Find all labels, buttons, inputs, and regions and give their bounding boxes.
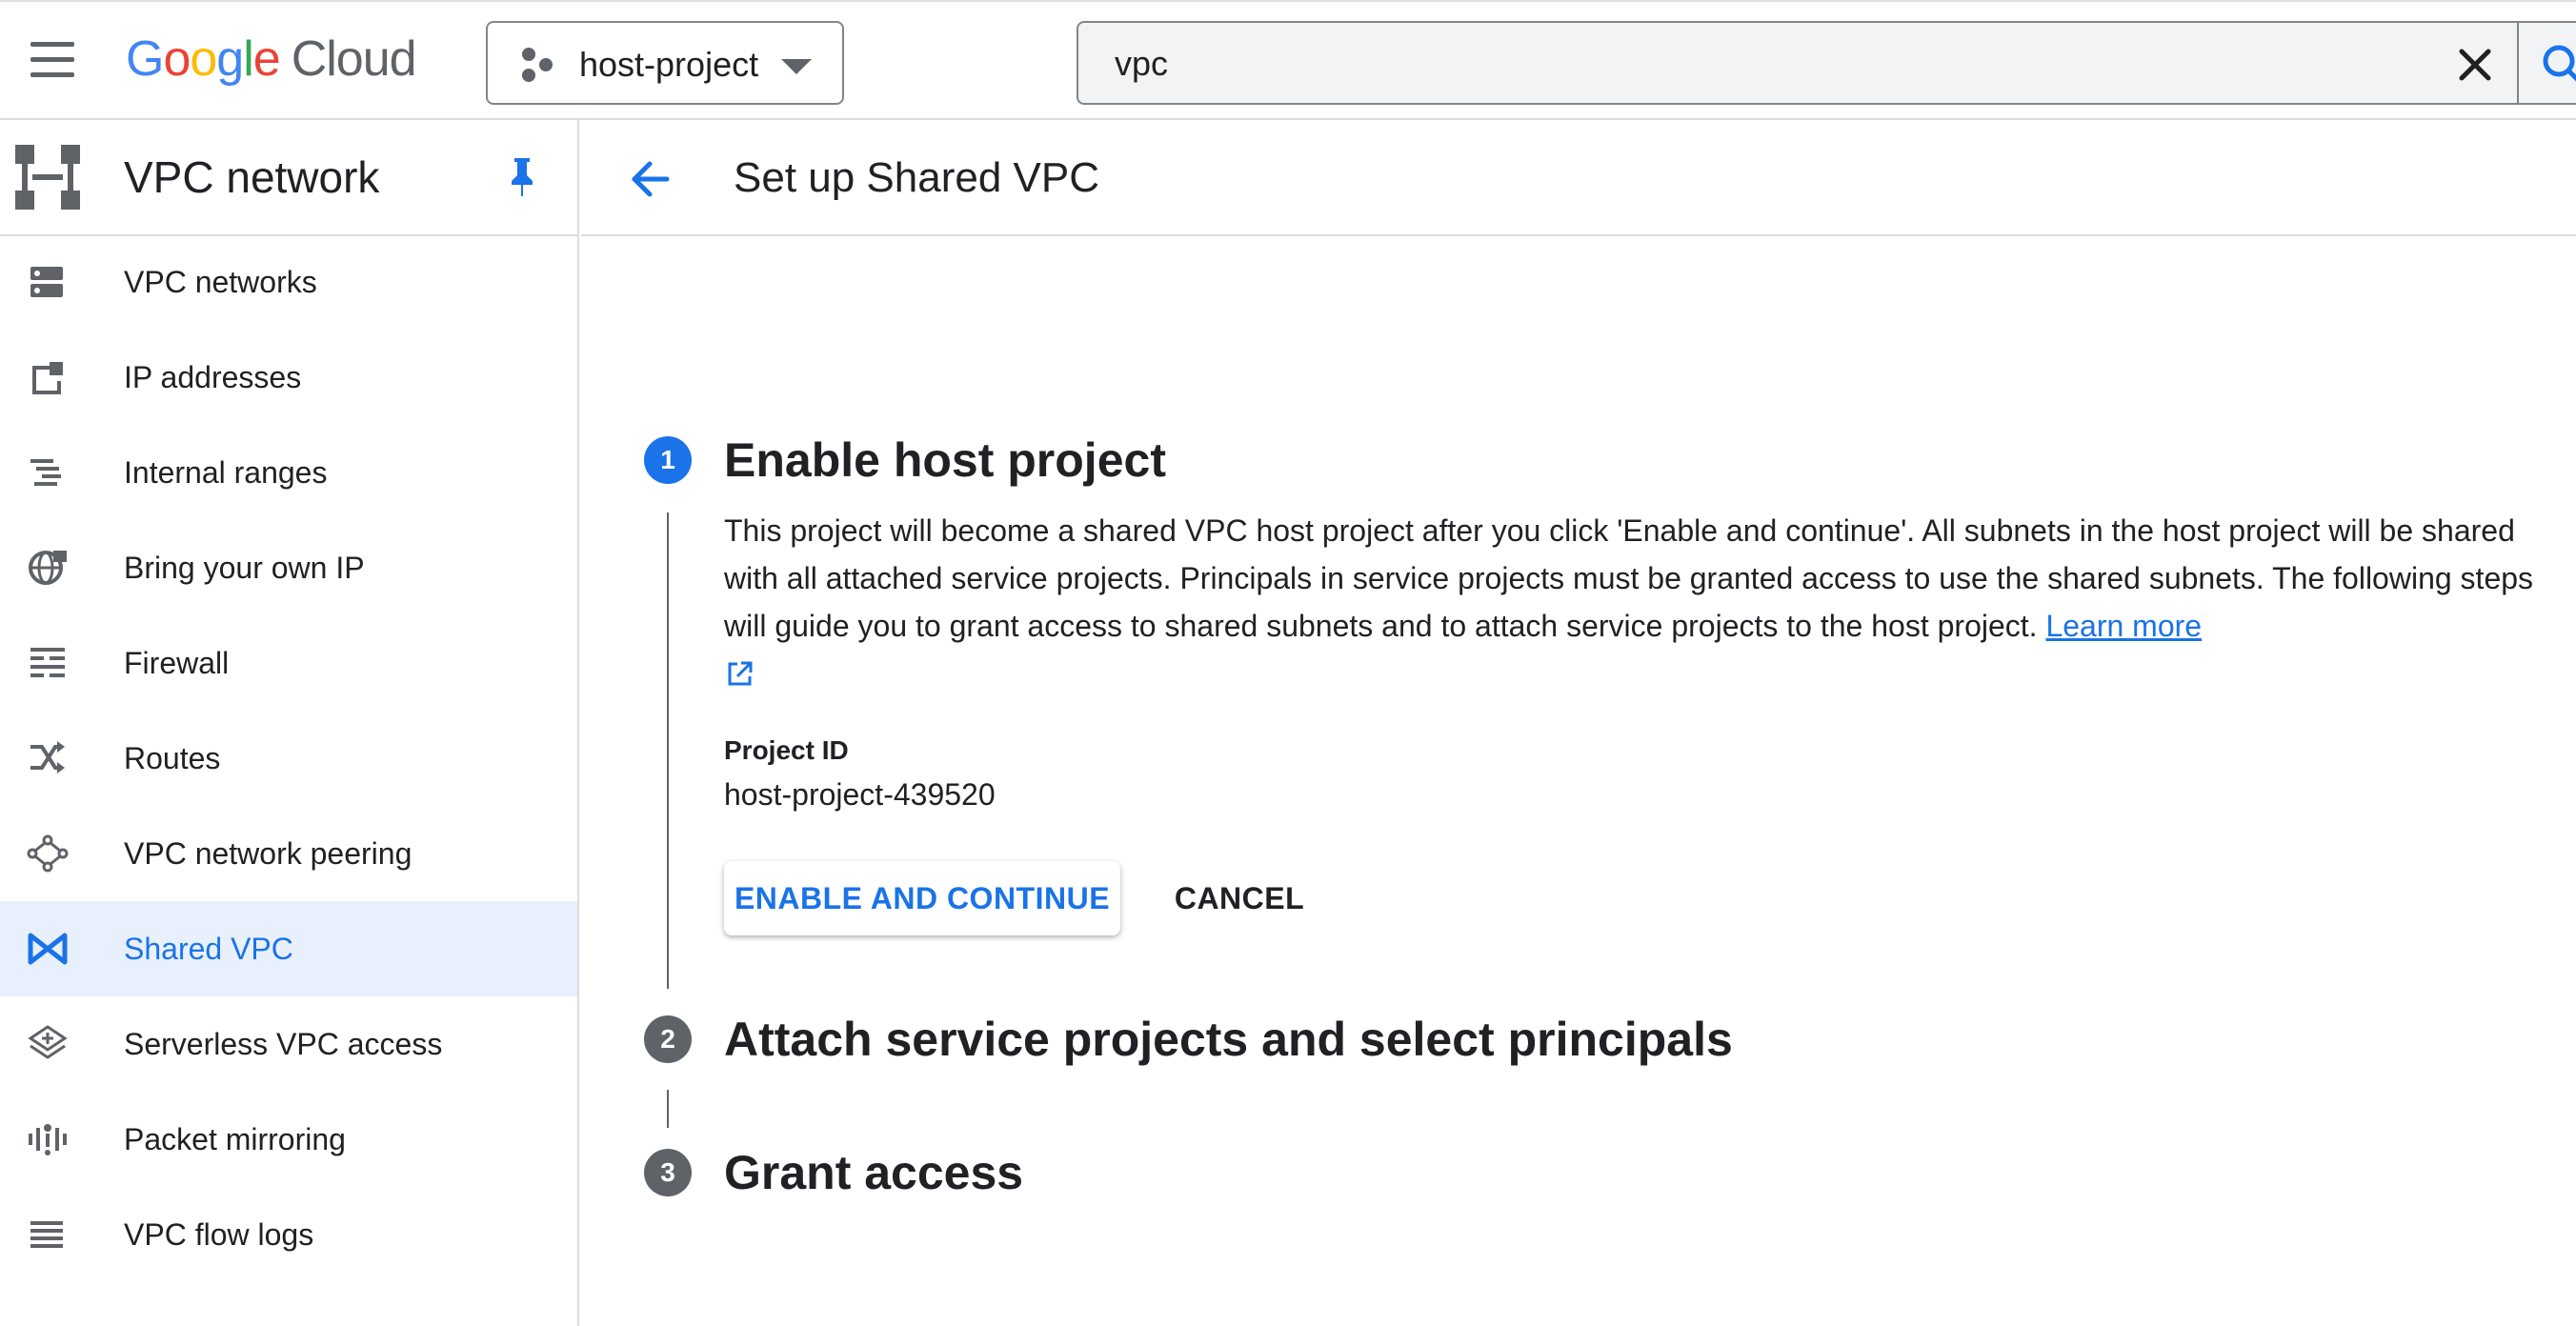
project-id-value: host-project-439520 <box>724 777 996 812</box>
top-divider <box>0 0 2576 6</box>
flow-logs-icon <box>30 1221 63 1248</box>
step-title-enable-host-project[interactable]: Enable host project <box>724 431 1166 490</box>
logo-cloud-text: Cloud <box>291 31 417 87</box>
project-picker[interactable]: host-project <box>486 21 844 105</box>
logo-letter: o <box>163 31 191 87</box>
sidebar-item-vpc-network-peering[interactable]: VPC network peering <box>0 806 577 901</box>
step-number-badge: 1 <box>644 436 692 484</box>
step-number-badge: 2 <box>644 1015 692 1063</box>
sidebar-item-label: Bring your own IP <box>124 551 365 585</box>
search-icon[interactable] <box>2538 40 2576 90</box>
sidebar-item-label: Firewall <box>124 646 230 680</box>
sidebar-nav: VPC networks IP addresses Internal range… <box>0 234 577 1282</box>
sidebar-item-label: VPC flow logs <box>124 1217 314 1252</box>
cancel-button[interactable]: CANCEL <box>1149 861 1330 935</box>
step-description: This project will become a shared VPC ho… <box>724 507 2534 650</box>
chevron-down-icon <box>781 59 812 74</box>
sidebar-item-firewall[interactable]: Firewall <box>0 615 577 711</box>
logo-letter: o <box>190 31 217 87</box>
arrow-back-icon[interactable] <box>627 156 673 202</box>
sidebar-item-serverless-vpc-access[interactable]: Serverless VPC access <box>0 996 577 1092</box>
logo-letter: G <box>126 31 164 87</box>
sidebar-item-ip-addresses[interactable]: IP addresses <box>0 330 577 425</box>
sidebar-item-routes[interactable]: Routes <box>0 711 577 806</box>
vpc-networks-icon <box>30 267 63 297</box>
sidebar-item-shared-vpc[interactable]: Shared VPC <box>0 901 577 996</box>
firewall-icon <box>30 648 65 677</box>
search-divider <box>2517 23 2519 105</box>
sidebar-title: VPC network <box>124 152 380 202</box>
logo-letter: e <box>252 31 281 87</box>
sidebar-item-label: VPC network peering <box>124 836 413 871</box>
globe-icon <box>29 551 67 585</box>
enable-and-continue-button[interactable]: ENABLE AND CONTINUE <box>724 861 1120 935</box>
sidebar-item-bring-your-own-ip[interactable]: Bring your own IP <box>0 520 577 615</box>
sidebar-item-packet-mirroring[interactable]: Packet mirroring <box>0 1092 577 1187</box>
sidebar-item-label: Packet mirroring <box>124 1122 346 1156</box>
sidebar-item-label: IP addresses <box>124 360 302 394</box>
main-menu-icon[interactable] <box>27 42 78 80</box>
packet-mirroring-icon <box>29 1124 67 1155</box>
step-connector-line <box>667 1090 669 1128</box>
step-title-attach-service-projects[interactable]: Attach service projects and select princ… <box>724 1010 1733 1069</box>
logo-letter: l <box>243 31 254 87</box>
search-bar[interactable] <box>1077 21 2576 105</box>
serverless-icon <box>28 1025 68 1059</box>
project-id-label: Project ID <box>724 735 849 765</box>
main-content: Set up Shared VPC 1 Enable host project … <box>581 120 2576 1326</box>
vpc-network-logo-icon <box>15 145 80 210</box>
project-name: host-project <box>579 45 759 84</box>
google-cloud-logo[interactable]: Google Cloud <box>126 30 417 91</box>
sidebar: VPC network VPC networks IP addresses In… <box>0 120 579 1326</box>
sidebar-item-label: Internal ranges <box>124 455 328 490</box>
sidebar-item-vpc-networks[interactable]: VPC networks <box>0 234 577 330</box>
learn-more-link[interactable]: Learn more <box>2045 609 2202 643</box>
top-bar: Google Cloud host-project <box>0 0 2576 120</box>
sidebar-header: VPC network <box>0 120 577 236</box>
open-in-new-icon[interactable] <box>724 659 755 690</box>
routes-icon <box>30 741 65 774</box>
search-input[interactable] <box>1115 40 2448 88</box>
step-title-grant-access[interactable]: Grant access <box>724 1143 1023 1202</box>
sidebar-item-internal-ranges[interactable]: Internal ranges <box>0 425 577 520</box>
project-icon <box>522 48 553 82</box>
sidebar-item-label: Routes <box>124 741 221 775</box>
sidebar-item-label: Serverless VPC access <box>124 1027 443 1061</box>
step-description-text: This project will become a shared VPC ho… <box>724 513 2534 643</box>
logo-letter: g <box>216 31 244 87</box>
internal-ranges-icon <box>30 459 61 486</box>
sidebar-item-vpc-flow-logs[interactable]: VPC flow logs <box>0 1187 577 1282</box>
sidebar-item-label: VPC networks <box>124 265 317 299</box>
sidebar-item-label: Shared VPC <box>124 932 293 966</box>
peering-icon <box>27 834 69 873</box>
step-number-badge: 3 <box>644 1149 692 1196</box>
shared-vpc-icon <box>28 933 68 965</box>
close-icon[interactable] <box>2450 40 2500 90</box>
pin-icon[interactable] <box>503 156 541 198</box>
page-header: Set up Shared VPC <box>581 120 2576 236</box>
ip-addresses-icon <box>32 362 63 394</box>
page-title: Set up Shared VPC <box>734 154 1100 201</box>
step-connector-line <box>667 512 669 989</box>
